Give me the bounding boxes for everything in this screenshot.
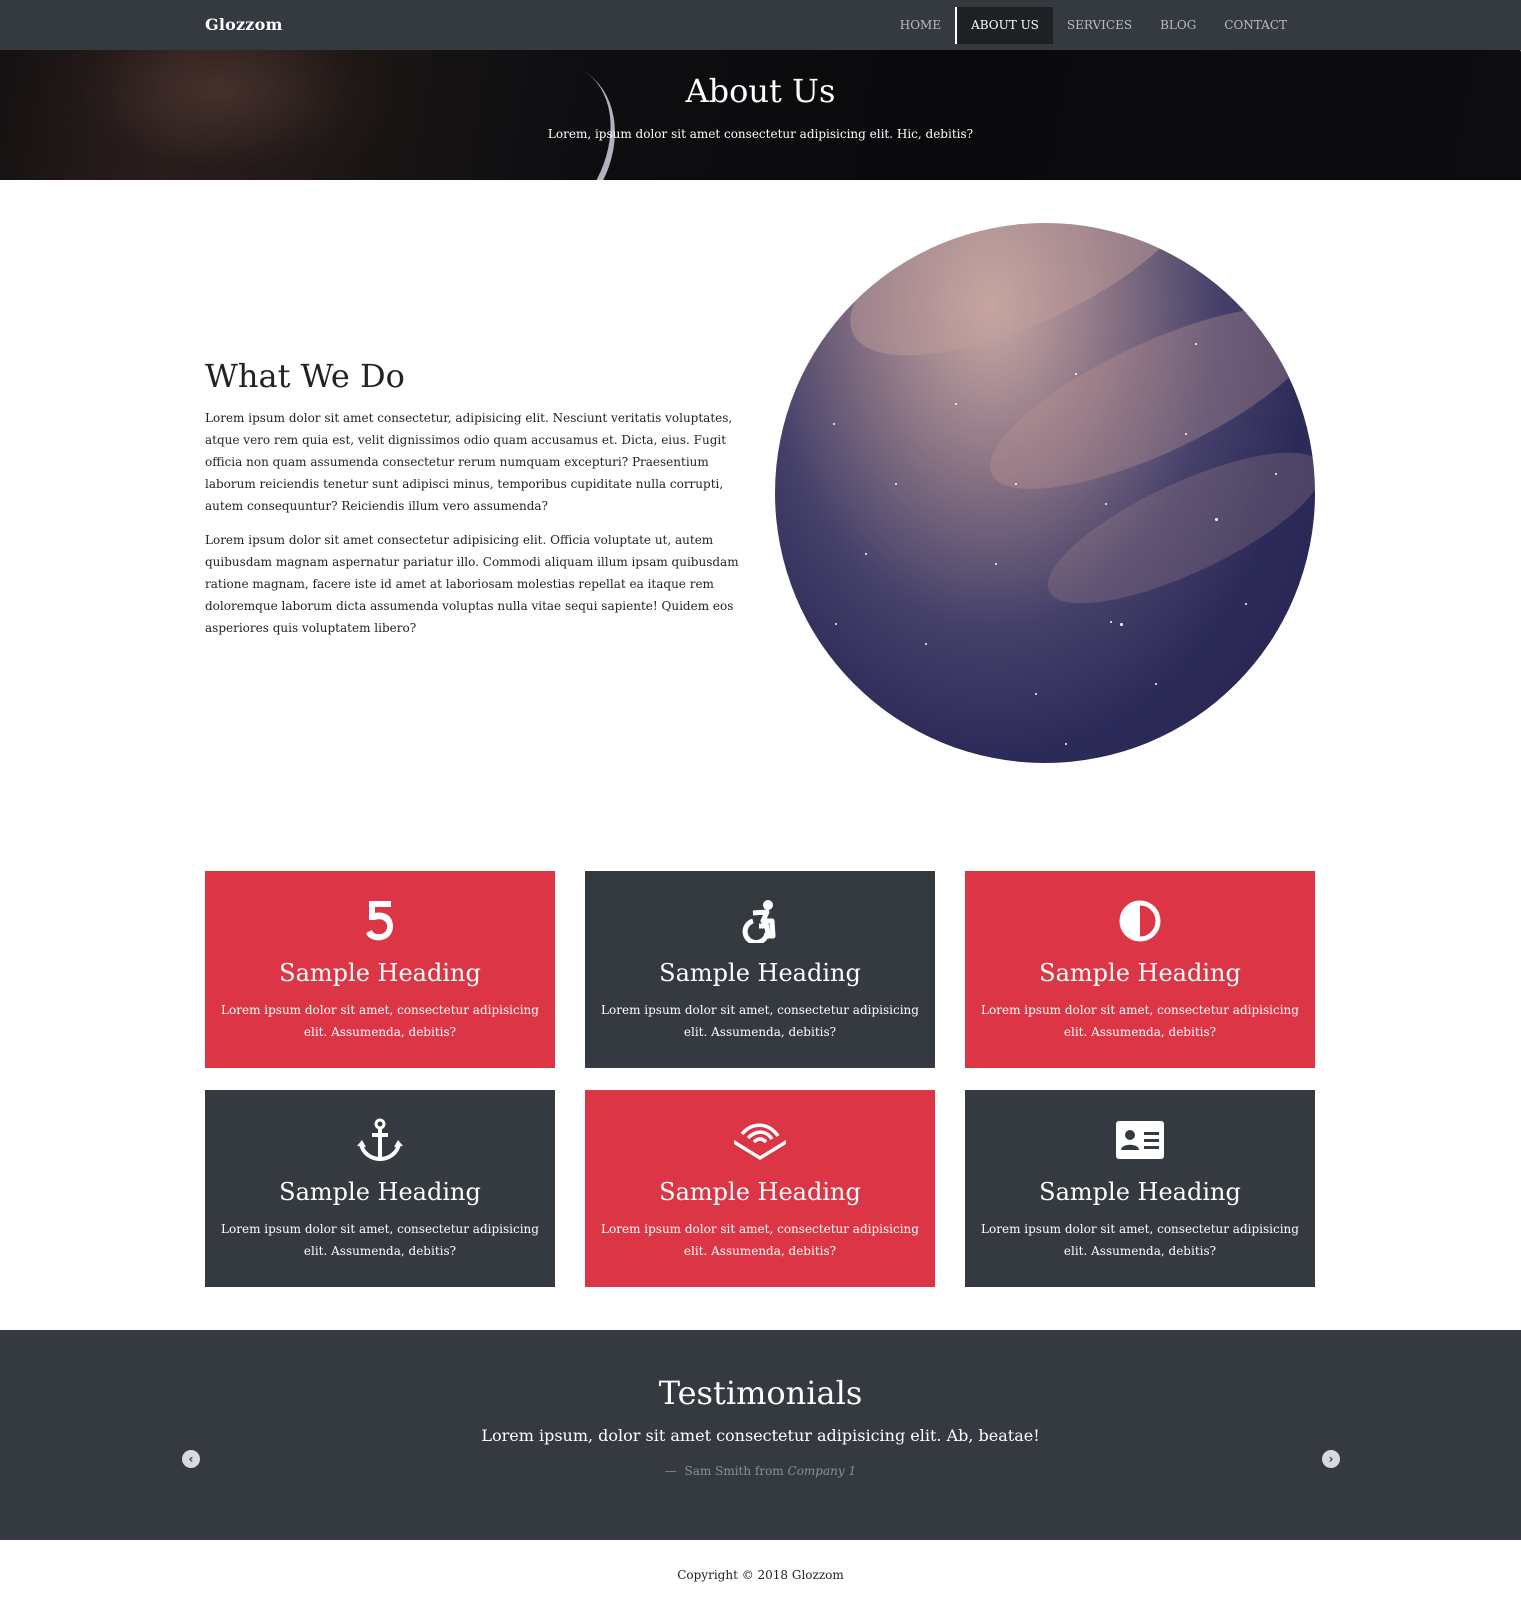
card-heading: Sample Heading xyxy=(659,959,861,987)
card-heading: Sample Heading xyxy=(279,1178,481,1206)
testimonials-section: Testimonials Lorem ipsum, dolor sit amet… xyxy=(0,1330,1521,1540)
carousel-prev-icon[interactable]: ‹ xyxy=(182,1450,200,1468)
html5-icon xyxy=(205,899,555,945)
card-heading: Sample Heading xyxy=(1039,959,1241,987)
feature-card: Sample Heading Lorem ipsum dolor sit ame… xyxy=(585,1090,935,1287)
hero-background-streak xyxy=(435,50,645,180)
testimonial-quote: Lorem ipsum, dolor sit amet consectetur … xyxy=(481,1426,1040,1445)
section-heading: What We Do xyxy=(205,357,405,395)
night-sky-image xyxy=(775,223,1315,763)
testimonial-company: Company 1 xyxy=(787,1464,857,1478)
feature-card: Sample Heading Lorem ipsum dolor sit ame… xyxy=(205,1090,555,1287)
brand-logo[interactable]: Glozzom xyxy=(205,0,283,50)
card-text: Lorem ipsum dolor sit amet, consectetur … xyxy=(221,1222,539,1258)
page-subtitle: Lorem, ipsum dolor sit amet consectetur … xyxy=(547,127,974,141)
testimonial-author: — Sam Smith from Company 1 xyxy=(0,1464,1521,1478)
footer: Copyright © 2018 Glozzom xyxy=(0,1540,1521,1605)
audible-icon xyxy=(585,1118,935,1164)
id-card-icon xyxy=(965,1118,1315,1164)
page-title: About Us xyxy=(685,72,836,110)
card-text: Lorem ipsum dolor sit amet, consectetur … xyxy=(601,1222,919,1258)
feature-card: Sample Heading Lorem ipsum dolor sit ame… xyxy=(585,871,935,1068)
card-text: Lorem ipsum dolor sit amet, consectetur … xyxy=(981,1222,1299,1258)
card-text: Lorem ipsum dolor sit amet, consectetur … xyxy=(601,1003,919,1039)
nav-item-home[interactable]: HOME xyxy=(886,0,955,50)
anchor-icon xyxy=(205,1118,555,1164)
carousel-next-icon[interactable]: › xyxy=(1322,1450,1340,1468)
adjust-icon xyxy=(965,899,1315,945)
about-paragraph: Lorem ipsum dolor sit amet consectetur, … xyxy=(205,411,733,513)
nav-item-about-us[interactable]: ABOUT US xyxy=(955,7,1053,44)
nav-menu: HOME ABOUT US SERVICES BLOG CONTACT xyxy=(886,0,1301,50)
testimonial-author-name: Sam Smith from xyxy=(684,1464,784,1478)
hero-background-streak-right xyxy=(1419,50,1521,180)
testimonial-dash: — xyxy=(664,1464,677,1478)
hero-banner: About Us Lorem, ipsum dolor sit amet con… xyxy=(0,50,1521,180)
card-heading: Sample Heading xyxy=(279,959,481,987)
card-heading: Sample Heading xyxy=(1039,1178,1241,1206)
feature-card: Sample Heading Lorem ipsum dolor sit ame… xyxy=(205,871,555,1068)
accessibility-icon xyxy=(585,899,935,945)
nav-item-contact[interactable]: CONTACT xyxy=(1210,0,1301,50)
feature-card: Sample Heading Lorem ipsum dolor sit ame… xyxy=(965,871,1315,1068)
about-text: What We Do Lorem ipsum dolor sit amet co… xyxy=(205,357,745,651)
card-heading: Sample Heading xyxy=(659,1178,861,1206)
nav-item-services[interactable]: SERVICES xyxy=(1053,0,1146,50)
nav-item-blog[interactable]: BLOG xyxy=(1146,0,1210,50)
copyright-text: Copyright © 2018 Glozzom xyxy=(677,1568,844,1582)
card-text: Lorem ipsum dolor sit amet, consectetur … xyxy=(221,1003,539,1039)
testimonials-heading: Testimonials xyxy=(658,1374,863,1412)
hero-background-glow xyxy=(40,50,400,180)
navbar: Glozzom HOME ABOUT US SERVICES BLOG CONT… xyxy=(0,0,1521,50)
about-section: What We Do Lorem ipsum dolor sit amet co… xyxy=(0,180,1521,820)
about-paragraph: Lorem ipsum dolor sit amet consectetur a… xyxy=(205,533,739,635)
feature-card: Sample Heading Lorem ipsum dolor sit ame… xyxy=(965,1090,1315,1287)
card-text: Lorem ipsum dolor sit amet, consectetur … xyxy=(981,1003,1299,1039)
